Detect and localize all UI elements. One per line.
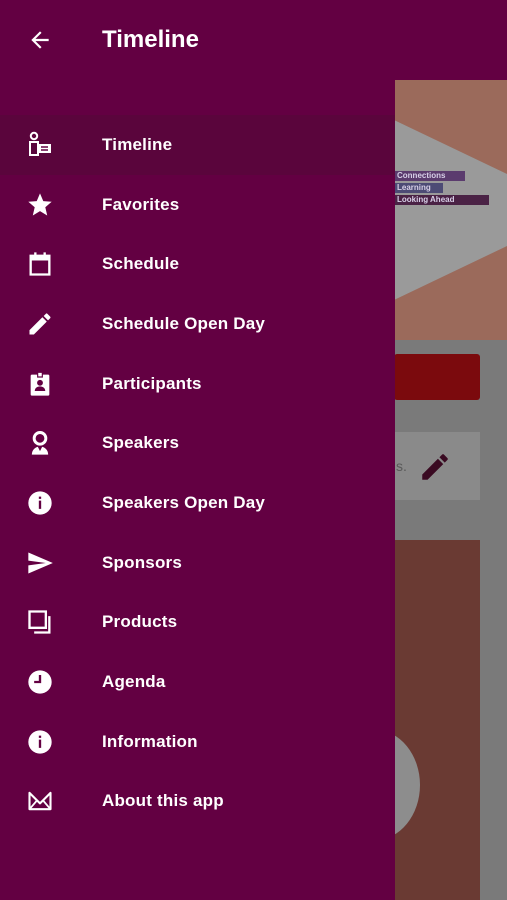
menu-item-sponsors[interactable]: Sponsors xyxy=(0,533,395,593)
menu-item-speakers-open-day[interactable]: Speakers Open Day xyxy=(0,473,395,533)
menu-label-speakers: Speakers xyxy=(102,433,180,453)
menu-item-favorites[interactable]: Favorites xyxy=(0,175,395,235)
menu-item-schedule-open-day[interactable]: Schedule Open Day xyxy=(0,294,395,354)
drawer-menu: Timeline Favorites Schedule Schedule Ope… xyxy=(0,115,395,831)
menu-label-speakers-open-day: Speakers Open Day xyxy=(102,492,266,512)
copy-icon xyxy=(26,608,54,636)
menu-label-schedule-open-day: Schedule Open Day xyxy=(102,313,266,333)
menu-label-products: Products xyxy=(102,612,178,632)
speaker-podium-icon xyxy=(26,131,54,159)
header-title: Timeline xyxy=(102,26,199,53)
menu-label-agenda: Agenda xyxy=(102,672,166,692)
pencil-icon xyxy=(26,310,54,338)
background-photo xyxy=(394,540,480,900)
menu-item-about-this-app[interactable]: About this app xyxy=(0,772,395,832)
menu-item-schedule[interactable]: Schedule xyxy=(0,234,395,294)
menu-label-participants: Participants xyxy=(102,373,202,393)
menu-item-timeline[interactable]: Timeline xyxy=(0,115,395,175)
person-icon xyxy=(26,429,54,457)
clock-icon xyxy=(26,668,54,696)
background-pencil-icon xyxy=(418,450,452,484)
banner-tag-connections: Connections xyxy=(394,171,465,181)
banner-tag-learning: Learning xyxy=(394,183,443,193)
menu-item-speakers[interactable]: Speakers xyxy=(0,413,395,473)
banner-tag-looking-ahead: Looking Ahead xyxy=(394,195,489,205)
menu-item-participants[interactable]: Participants xyxy=(0,354,395,414)
info-icon xyxy=(26,489,54,517)
arrow-back-icon xyxy=(31,31,49,49)
menu-label-favorites: Favorites xyxy=(102,194,180,214)
menu-label-schedule: Schedule xyxy=(102,254,180,274)
calendar-icon xyxy=(26,250,54,278)
send-icon xyxy=(26,549,54,577)
info-icon xyxy=(26,728,54,756)
menu-item-information[interactable]: Information xyxy=(0,712,395,772)
about-icon xyxy=(26,787,54,815)
star-icon xyxy=(26,191,54,219)
back-button[interactable] xyxy=(24,24,56,56)
drawer-header: Timeline xyxy=(0,0,507,80)
menu-label-sponsors: Sponsors xyxy=(102,552,183,572)
menu-label-about-this-app: About this app xyxy=(102,791,224,811)
menu-item-products[interactable]: Products xyxy=(0,593,395,653)
background-card-text: s. xyxy=(396,458,407,474)
menu-label-timeline: Timeline xyxy=(102,134,173,154)
menu-label-information: Information xyxy=(102,731,198,751)
menu-item-agenda[interactable]: Agenda xyxy=(0,652,395,712)
badge-icon xyxy=(26,370,54,398)
background-red-button xyxy=(394,354,480,400)
